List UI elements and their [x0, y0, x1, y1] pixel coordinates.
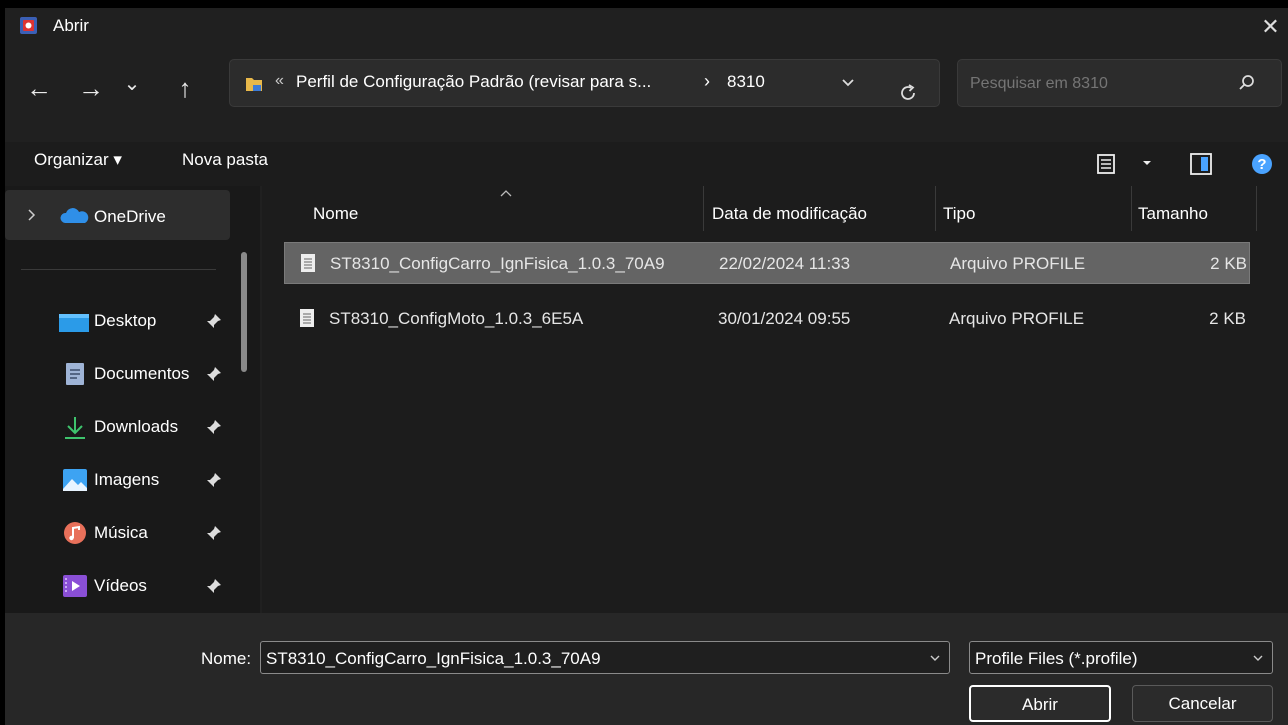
- file-type-filter-value[interactable]: Profile Files (*.profile): [975, 649, 1138, 669]
- search-icon[interactable]: [1238, 74, 1256, 92]
- sidebar-item-music[interactable]: Música: [5, 509, 230, 559]
- file-list: Nome Data de modificação Tipo Tamanho ST…: [262, 186, 1288, 613]
- file-name: ST8310_ConfigCarro_IgnFisica_1.0.3_70A9: [330, 254, 665, 273]
- breadcrumb-parent[interactable]: Perfil de Configuração Padrão (revisar p…: [296, 72, 651, 92]
- navigation-pane: OneDrive Desktop Documentos Downloads Im…: [5, 186, 260, 613]
- chevron-down-icon[interactable]: [1252, 654, 1264, 663]
- forward-button[interactable]: →: [71, 64, 111, 114]
- search-box[interactable]: [957, 59, 1282, 107]
- pin-icon[interactable]: [205, 524, 223, 542]
- pin-icon[interactable]: [205, 312, 223, 330]
- pictures-icon: [63, 469, 87, 491]
- svg-text:?: ?: [1257, 156, 1266, 173]
- organize-menu[interactable]: Organizar ▾: [34, 150, 122, 170]
- file-size: 2 KB: [1210, 254, 1247, 273]
- up-button[interactable]: ↑: [165, 64, 205, 114]
- column-header-modified[interactable]: Data de modificação: [712, 204, 867, 224]
- column-separator[interactable]: [1131, 186, 1132, 231]
- search-input[interactable]: [968, 68, 1222, 100]
- preview-pane-icon[interactable]: [1188, 151, 1214, 177]
- chevron-right-icon[interactable]: [27, 208, 37, 222]
- breadcrumb-current[interactable]: 8310: [727, 72, 765, 92]
- address-overflow-chevron[interactable]: «: [275, 72, 284, 90]
- column-separator[interactable]: [703, 186, 704, 231]
- file-size: 2 KB: [1209, 309, 1246, 328]
- command-bar: Organizar ▾ Nova pasta ?: [5, 142, 1288, 186]
- onedrive-icon: [60, 208, 89, 223]
- new-folder-button[interactable]: Nova pasta: [182, 150, 268, 170]
- pin-icon[interactable]: [205, 365, 223, 383]
- desktop-icon: [59, 314, 89, 332]
- refresh-icon[interactable]: [897, 82, 919, 104]
- recent-locations-button[interactable]: ⌄: [119, 64, 145, 114]
- address-bar[interactable]: « Perfil de Configuração Padrão (revisar…: [229, 59, 940, 107]
- column-separator[interactable]: [1256, 186, 1257, 231]
- file-row-selected[interactable]: ST8310_ConfigCarro_IgnFisica_1.0.3_70A9 …: [284, 242, 1250, 284]
- sidebar-item-label: Vídeos: [94, 576, 147, 595]
- sort-ascending-icon: [500, 190, 512, 197]
- file-name-field[interactable]: ST8310_ConfigCarro_IgnFisica_1.0.3_70A9: [260, 641, 950, 674]
- file-icon: [300, 309, 314, 327]
- sidebar-item-desktop[interactable]: Desktop: [5, 297, 230, 347]
- window-title: Abrir: [53, 16, 89, 35]
- file-type: Arquivo PROFILE: [949, 309, 1085, 328]
- breadcrumb-separator[interactable]: ›: [704, 71, 710, 92]
- pin-icon[interactable]: [205, 471, 223, 489]
- sidebar-item-label: Desktop: [94, 311, 157, 330]
- help-icon[interactable]: ?: [1249, 151, 1275, 177]
- file-row[interactable]: ST8310_ConfigMoto_1.0.3_6E5A 30/01/2024 …: [284, 298, 1250, 340]
- view-options-icon[interactable]: [1095, 152, 1119, 176]
- address-dropdown-icon[interactable]: [841, 78, 855, 88]
- column-separator[interactable]: [935, 186, 936, 231]
- sidebar-item-onedrive[interactable]: OneDrive: [5, 190, 230, 240]
- pin-icon[interactable]: [205, 418, 223, 436]
- file-type: Arquivo PROFILE: [950, 254, 1086, 273]
- sidebar-item-videos[interactable]: Vídeos: [5, 562, 230, 612]
- sidebar-item-label: Imagens: [94, 470, 160, 489]
- file-modified: 30/01/2024 09:55: [718, 309, 851, 328]
- column-header-type[interactable]: Tipo: [943, 204, 975, 224]
- folder-icon: [246, 78, 262, 91]
- file-modified: 22/02/2024 11:33: [719, 254, 851, 273]
- file-icon: [301, 254, 315, 272]
- sidebar-scrollbar[interactable]: [241, 252, 247, 372]
- pin-icon[interactable]: [205, 577, 223, 595]
- dialog-footer: Nome: ST8310_ConfigCarro_IgnFisica_1.0.3…: [5, 613, 1288, 725]
- sidebar-item-downloads[interactable]: Downloads: [5, 403, 230, 453]
- sidebar-divider: [21, 269, 216, 270]
- cancel-button[interactable]: Cancelar: [1132, 685, 1273, 722]
- sidebar-item-label: Documentos: [94, 364, 190, 383]
- open-button[interactable]: Abrir: [969, 685, 1111, 722]
- file-name: ST8310_ConfigMoto_1.0.3_6E5A: [329, 309, 584, 328]
- app-icon: [20, 17, 37, 34]
- close-button[interactable]: ✕: [1253, 10, 1288, 46]
- column-header-name[interactable]: Nome: [313, 204, 358, 224]
- sidebar-item-label: Música: [94, 523, 148, 542]
- sidebar-item-label: Downloads: [94, 417, 179, 436]
- back-button[interactable]: ←: [19, 64, 59, 114]
- chevron-down-icon[interactable]: [929, 654, 941, 663]
- videos-icon: [63, 575, 87, 597]
- documents-icon: [66, 363, 84, 385]
- sidebar-item-documents[interactable]: Documentos: [5, 350, 230, 400]
- file-name-value[interactable]: ST8310_ConfigCarro_IgnFisica_1.0.3_70A9: [266, 649, 601, 669]
- sidebar-item-pictures[interactable]: Imagens: [5, 456, 230, 506]
- music-icon: [64, 522, 86, 544]
- view-dropdown-icon[interactable]: [1141, 158, 1153, 168]
- title-bar: Abrir ✕: [5, 8, 1288, 50]
- sidebar-item-label: OneDrive: [94, 207, 166, 226]
- file-type-filter[interactable]: Profile Files (*.profile): [969, 641, 1273, 674]
- downloads-icon: [65, 417, 85, 439]
- file-name-label: Nome:: [201, 649, 252, 668]
- column-header-size[interactable]: Tamanho: [1138, 204, 1208, 224]
